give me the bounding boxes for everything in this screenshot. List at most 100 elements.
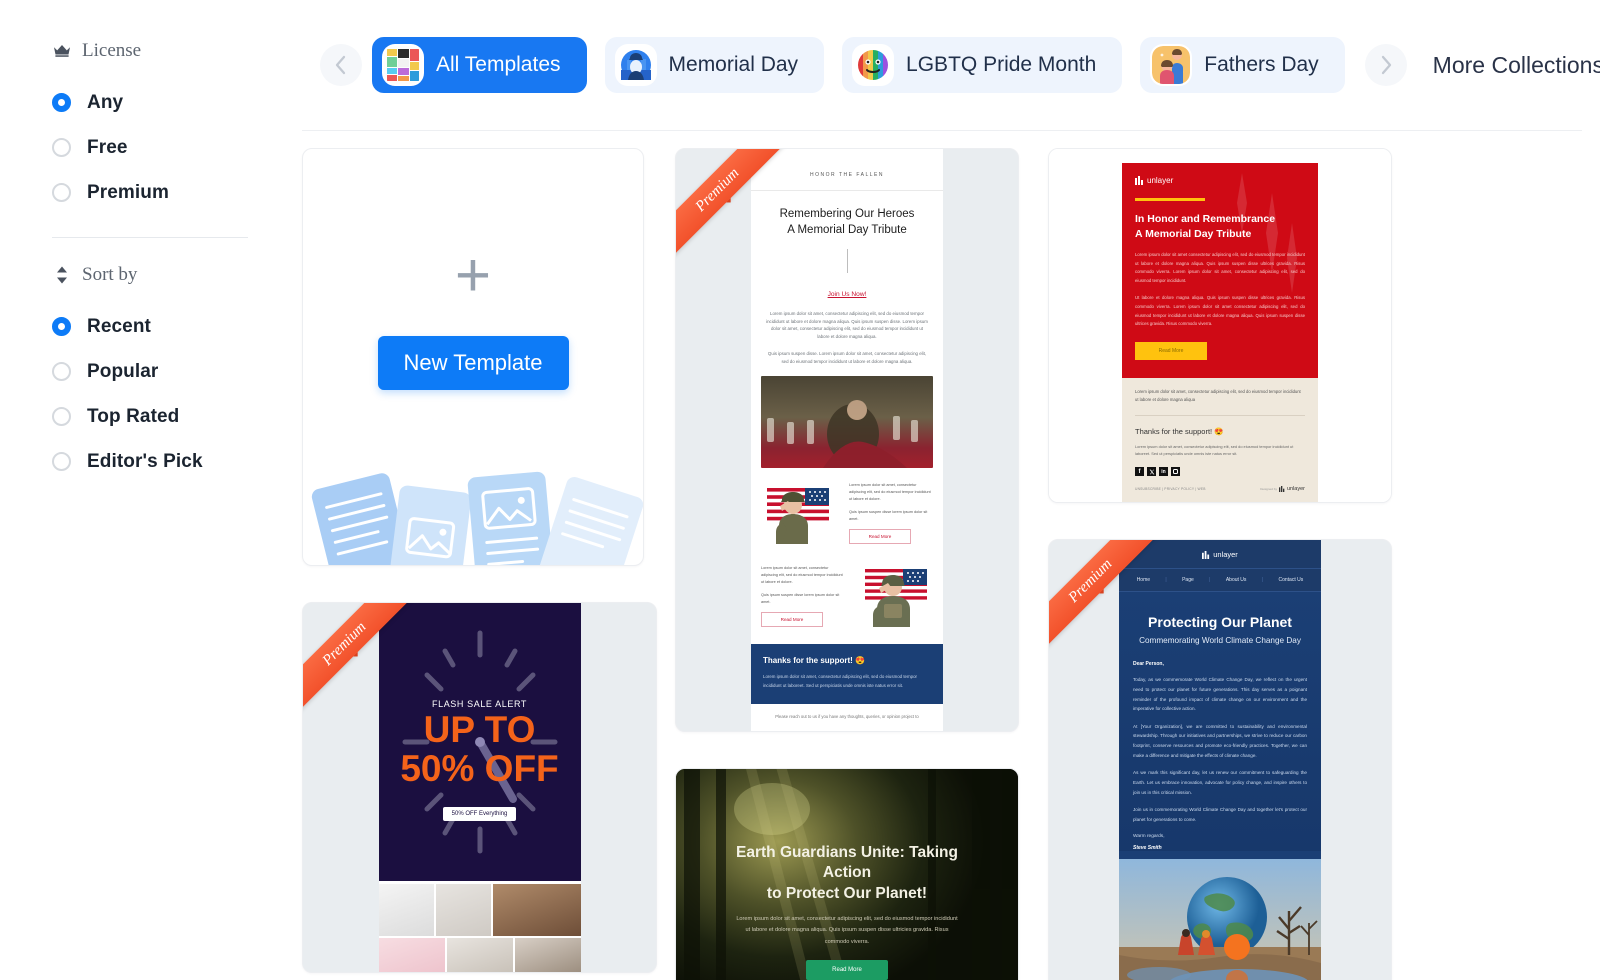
sort-option-recent[interactable]: Recent [52, 304, 248, 349]
accent-rule [1135, 198, 1205, 201]
nav-sep: | [1262, 577, 1263, 583]
memorial-footer-note: Please reach out to us if you have any t… [763, 713, 931, 721]
sort-option-editors-pick[interactable]: Editor's Pick [52, 439, 248, 484]
planet-signature: Steve Smith [1133, 845, 1307, 851]
license-option-any[interactable]: Any [52, 80, 248, 125]
memorial-soldier-image-1 [761, 480, 843, 549]
unlayer-title-2: A Memorial Day Tribute [1135, 227, 1305, 242]
planet-brand: unlayer [1213, 550, 1238, 559]
planet-body-1: Today, as we commemorate World Climate C… [1133, 675, 1307, 714]
license-option-premium[interactable]: Premium [52, 170, 248, 215]
planet-body-3: As we mark this significant day, let us … [1133, 768, 1307, 797]
sort-option-editors-pick-label: Editor's Pick [87, 451, 203, 473]
tab-memorial-day[interactable]: Memorial Day [605, 37, 825, 93]
planet-title: Protecting Our Planet [1133, 614, 1307, 630]
pride-icon [854, 46, 892, 84]
unlayer-brand: unlayer [1147, 176, 1173, 185]
memorial-footer-title: Thanks for the support! 😍 [763, 656, 931, 665]
designed-brand: unlayer [1287, 486, 1305, 492]
twitter-icon[interactable] [1147, 467, 1156, 476]
memorial-footer-body: Lorem ipsum dolor sit amet, consectetur … [763, 673, 931, 690]
radio-editors-pick[interactable] [52, 452, 71, 471]
license-group-title: License [82, 40, 141, 62]
tab-lgbtq-pride-month[interactable]: LGBTQ Pride Month [842, 37, 1122, 93]
radio-any[interactable] [52, 93, 71, 112]
template-card-earth-guardians[interactable]: Earth Guardians Unite: Taking Action to … [675, 768, 1019, 980]
earth-guardians-body: Lorem ipsum dolor sit amet, consectetur … [736, 914, 958, 948]
planet-nav-about[interactable]: About Us [1226, 577, 1247, 583]
license-option-premium-label: Premium [87, 182, 169, 204]
earth-guardians-cta[interactable]: Read More [806, 960, 888, 980]
planet-nav-home[interactable]: Home [1137, 577, 1150, 583]
linkedin-icon[interactable]: in [1159, 467, 1168, 476]
unlayer-cta[interactable]: Read More [1135, 342, 1207, 360]
nav-sep: | [1165, 577, 1166, 583]
memorial-join-link[interactable]: Join Us Now! [828, 291, 867, 298]
sort-filter-group: Sort by Recent Popular Top Rated Editor'… [0, 238, 300, 484]
template-card-flash-sale[interactable]: Premium [302, 602, 657, 973]
chevron-right-icon[interactable] [1365, 44, 1407, 86]
planet-nav-page[interactable]: Page [1182, 577, 1194, 583]
earth-guardians-title-2: to Protect Our Planet! [712, 884, 982, 905]
radio-premium[interactable] [52, 183, 71, 202]
new-template-card[interactable]: + New Template [302, 148, 644, 566]
license-group-header: License [52, 40, 248, 62]
template-card-protecting-our-planet[interactable]: Premium unlayer Home | Page | About Us [1048, 539, 1392, 980]
fathers-day-icon [1152, 46, 1190, 84]
tab-lgbtq-pride-month-label: LGBTQ Pride Month [906, 53, 1096, 77]
new-template-button[interactable]: New Template [378, 336, 569, 390]
memorial-cta-2[interactable]: Read More [761, 612, 823, 627]
planet-nav-contact[interactable]: Contact Us [1278, 577, 1303, 583]
radio-popular[interactable] [52, 362, 71, 381]
template-card-memorial-unlayer[interactable]: unlayer In Honor and Remembrance A Memor… [1048, 148, 1392, 503]
template-card-memorial-heroes[interactable]: Premium HONOR THE FALLEN Remembering Our… [675, 148, 1019, 732]
planet-signoff: Warm regards, [1133, 834, 1307, 839]
planet-body-4: Join us in commemorating World Climate C… [1133, 805, 1307, 824]
sort-option-popular-label: Popular [87, 361, 158, 383]
flash-sale-headline-1: UP TO [379, 711, 581, 750]
unlayer-title-1: In Honor and Remembrance [1135, 212, 1305, 227]
radio-recent[interactable] [52, 317, 71, 336]
radio-top-rated[interactable] [52, 407, 71, 426]
memorial-cta-1[interactable]: Read More [849, 529, 911, 544]
chevron-left-icon[interactable] [320, 44, 362, 86]
planet-hero-image [1119, 859, 1321, 980]
license-option-free[interactable]: Free [52, 125, 248, 170]
memorial-section-text-4: Quis ipsum suspen disse lorem ipsum dolo… [761, 592, 845, 606]
instagram-icon[interactable] [1171, 467, 1180, 476]
unlayer-legal[interactable]: UNSUBSCRIBE | PRIVACY POLICY | WEB [1135, 487, 1206, 491]
flash-sale-eyebrow: FLASH SALE ALERT [379, 699, 581, 709]
all-templates-icon [384, 46, 422, 84]
facebook-icon[interactable]: f [1135, 467, 1144, 476]
flash-sale-headline-2: 50% OFF [379, 750, 581, 789]
memorial-hero-image [761, 376, 933, 468]
tab-all-templates[interactable]: All Templates [372, 37, 587, 93]
crown-icon [52, 41, 72, 61]
tab-fathers-day[interactable]: Fathers Day [1140, 37, 1344, 93]
divider [1135, 415, 1305, 416]
product-thumb [379, 884, 434, 936]
flash-sale-chip: 50% OFF Everything [443, 807, 517, 821]
license-filter-group: License Any Free Premium [0, 40, 300, 215]
memorial-body-2: Quis ipsum suspen disse. Lorem ipsum dol… [765, 350, 929, 365]
unlayer-logo-icon [1279, 486, 1285, 492]
sort-option-top-rated[interactable]: Top Rated [52, 394, 248, 439]
memorial-section-text-3: Lorem ipsum dolor sit amet, consectetur … [761, 565, 845, 585]
unlayer-after-body: Lorem ipsum dolor sit amet, consectetur … [1135, 388, 1305, 404]
license-option-free-label: Free [87, 137, 128, 159]
sort-option-top-rated-label: Top Rated [87, 406, 179, 428]
filters-sidebar: License Any Free Premium Sort by [0, 0, 300, 980]
memorial-day-icon [617, 46, 655, 84]
sort-option-popular[interactable]: Popular [52, 349, 248, 394]
memorial-title-line2: A Memorial Day Tribute [765, 223, 929, 239]
memorial-title-line1: Remembering Our Heroes [765, 207, 929, 223]
radio-free[interactable] [52, 138, 71, 157]
earth-guardians-title-1: Earth Guardians Unite: Taking Action [712, 843, 982, 885]
nav-sep: | [1209, 577, 1210, 583]
tab-all-templates-label: All Templates [436, 53, 561, 77]
more-collections-button[interactable]: More Collections [1433, 52, 1600, 79]
plus-icon: + [455, 254, 491, 298]
designed-by-label: Designed by [1260, 487, 1277, 491]
tab-fathers-day-label: Fathers Day [1204, 53, 1318, 77]
product-thumb [379, 938, 445, 972]
